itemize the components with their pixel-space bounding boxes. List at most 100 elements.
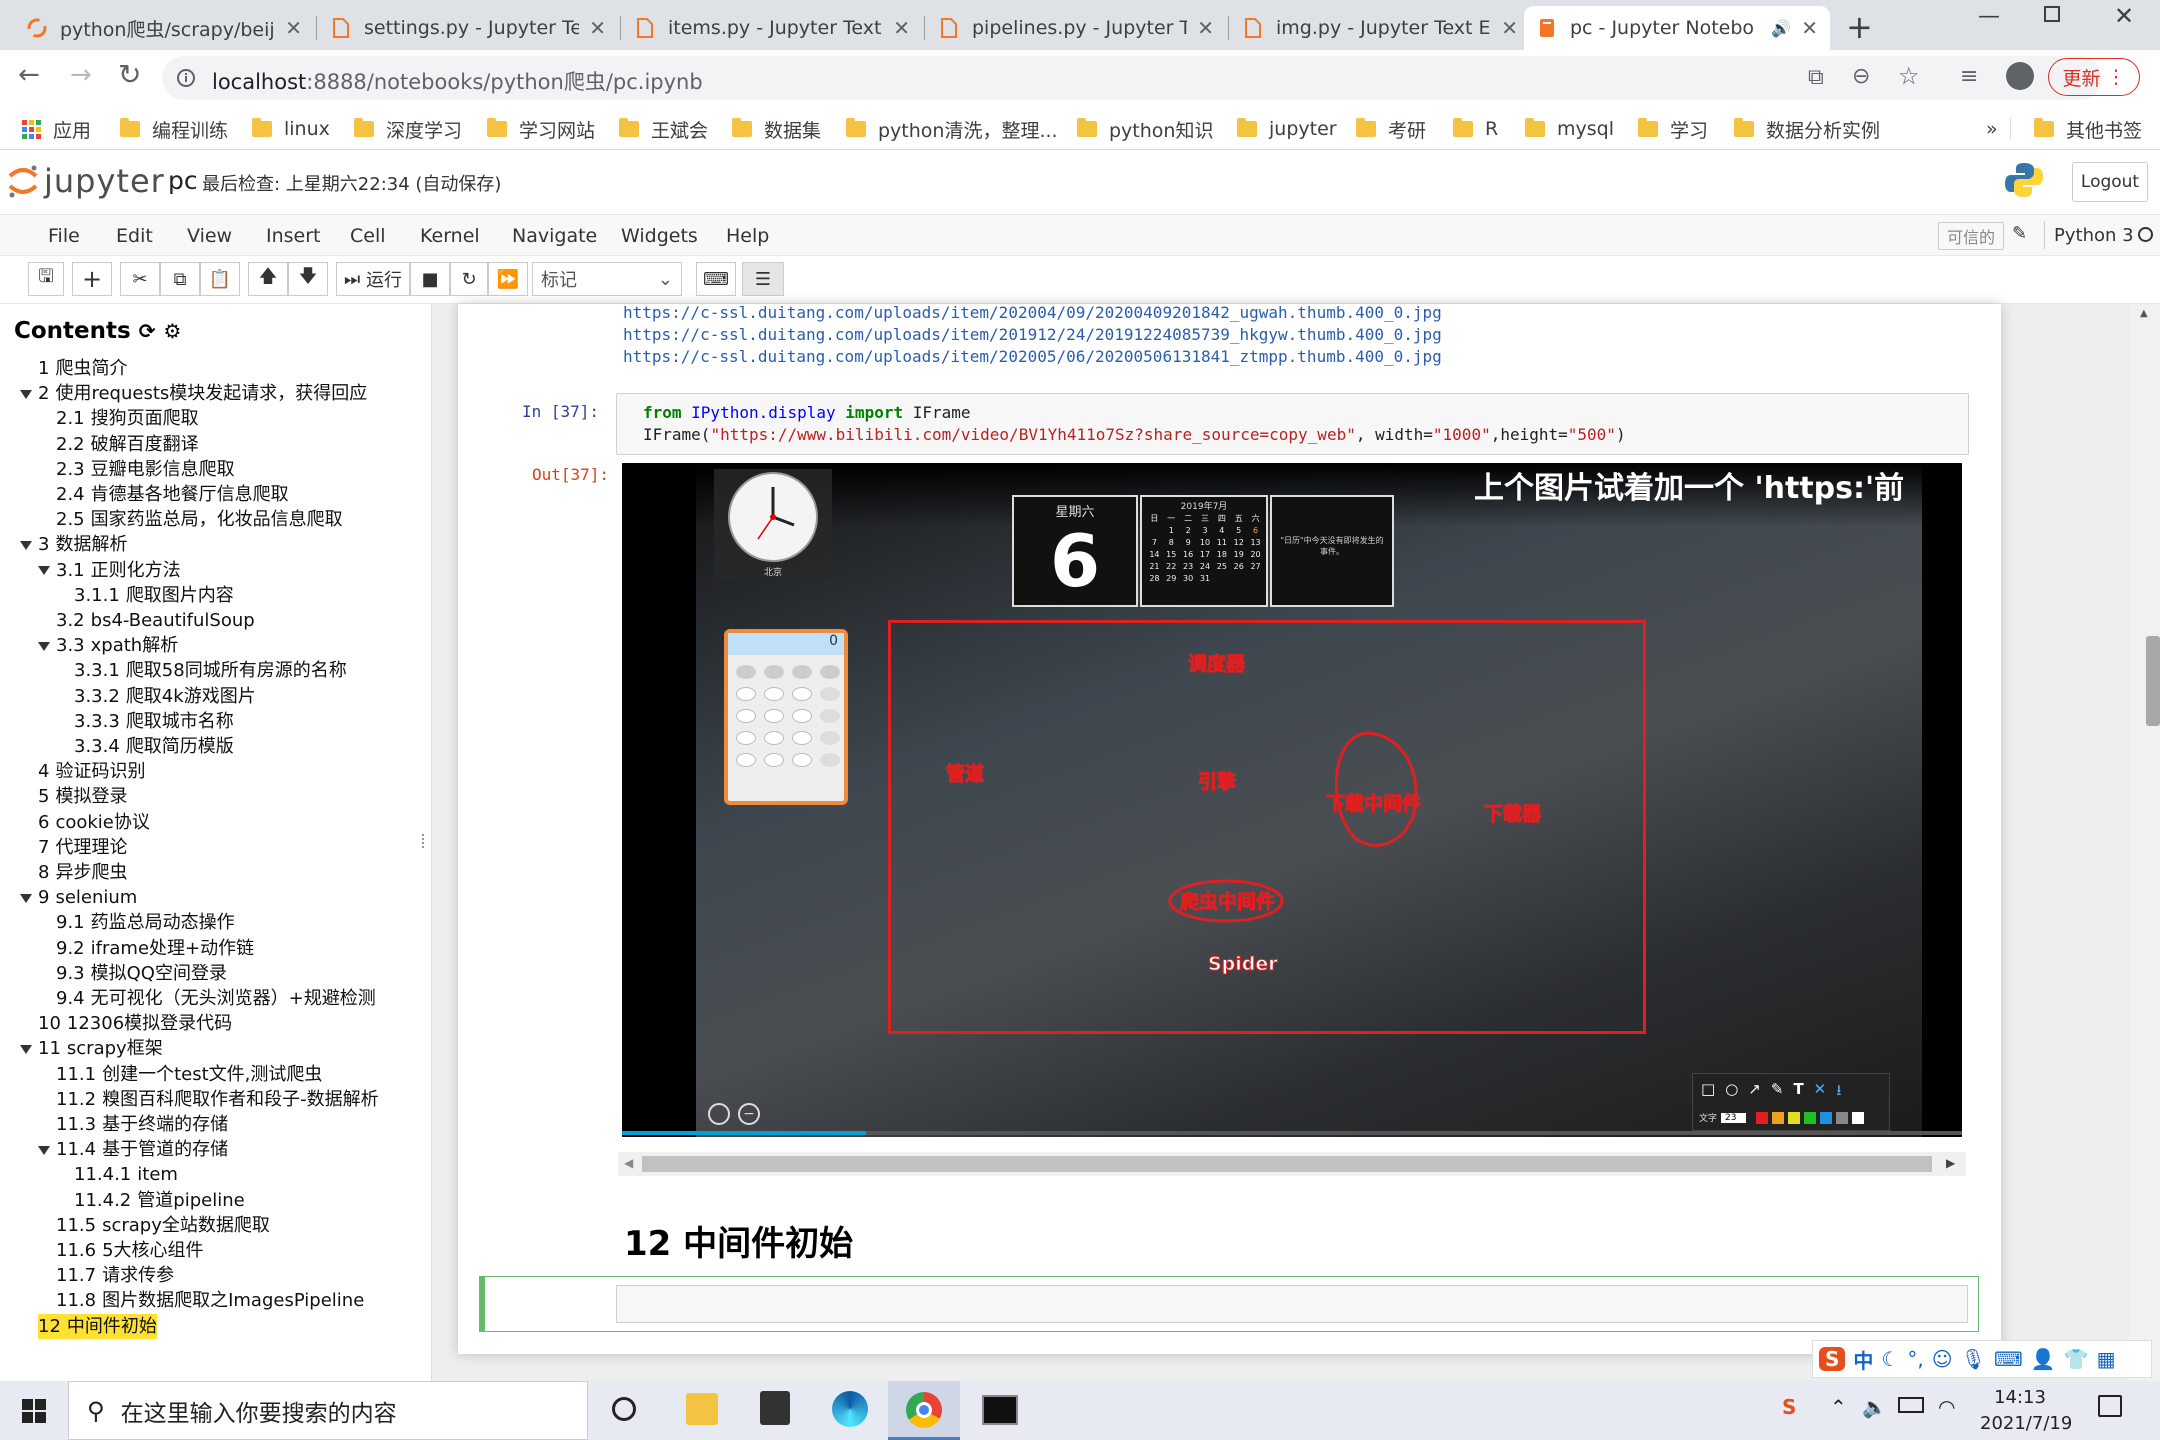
forward-icon[interactable]: → <box>70 60 92 90</box>
shirt-icon[interactable]: 👕 <box>2064 1347 2089 1371</box>
player-plus-icon[interactable] <box>708 1103 730 1125</box>
toc-item[interactable]: 11.8 图片数据爬取之ImagesPipeline <box>56 1288 364 1313</box>
other-bookmarks-folder[interactable]: 其他书签 <box>2034 114 2142 144</box>
toc-item[interactable]: 8 异步爬虫 <box>38 860 127 885</box>
move-down-icon[interactable]: 🡇 <box>288 262 328 296</box>
close-tab-icon[interactable]: ✕ <box>893 16 910 40</box>
toc-item[interactable]: 11.7 请求传参 <box>56 1263 174 1288</box>
speaker-icon[interactable]: 🔊 <box>1771 19 1791 38</box>
reading-list-icon[interactable]: ≡ <box>1960 64 1978 89</box>
toc-item[interactable]: 3 数据解析 <box>20 532 127 557</box>
save-icon[interactable]: 🖫 <box>28 262 64 296</box>
grid-icon[interactable]: ▦ <box>2097 1347 2116 1371</box>
edit-pencil-icon[interactable]: ✎ <box>2012 223 2027 244</box>
taskbar-search[interactable]: ⚲ 在这里输入你要搜索的内容 <box>68 1381 588 1440</box>
cut-icon[interactable]: ✂ <box>120 262 160 296</box>
expand-triangle-icon[interactable] <box>20 389 32 399</box>
profile-avatar[interactable] <box>2006 62 2034 90</box>
resize-handle[interactable] <box>422 834 426 848</box>
update-button[interactable]: 更新 ⋮ <box>2048 58 2140 96</box>
menu-edit[interactable]: Edit <box>116 225 153 247</box>
run-button[interactable]: ⏭ 运行 <box>336 262 410 296</box>
expand-triangle-icon[interactable] <box>38 1145 50 1155</box>
toc-item[interactable]: 3.3.2 爬取4k游戏图片 <box>74 684 256 709</box>
blocked-popup-icon[interactable]: ⧉ <box>1808 65 1824 90</box>
restart-icon[interactable]: ↻ <box>450 262 488 296</box>
punctuation-icon[interactable]: °, <box>1907 1347 1923 1371</box>
browser-tab-active[interactable]: pc - Jupyter Notebo 🔊 ✕ <box>1524 6 1830 50</box>
text-size-value[interactable]: 23 <box>1721 1112 1747 1123</box>
expand-triangle-icon[interactable] <box>38 566 50 576</box>
bookmark-folder[interactable]: 数据分析实例 <box>1734 114 1880 144</box>
close-tab-icon[interactable]: ✕ <box>1197 16 1214 40</box>
notebook-name[interactable]: pc <box>168 166 198 195</box>
browser-tab[interactable]: items.py - Jupyter Text E ✕ <box>622 6 922 50</box>
page-scrollbar-thumb[interactable] <box>2146 636 2160 726</box>
scroll-right-icon[interactable]: ▶ <box>1946 1156 1955 1170</box>
bookmark-folder[interactable]: 数据集 <box>732 114 821 144</box>
toc-item[interactable]: 2.4 肯德基各地餐厅信息爬取 <box>56 482 289 507</box>
video-iframe[interactable]: 北京 星期六 6 2019年7月 日一二三四五六 1 2 3 4 5 6 7 8 9 10 11 12 1… <box>622 463 1962 1137</box>
logout-button[interactable]: Logout <box>2072 162 2148 202</box>
annotation-toolbar[interactable]: □ ○ ↗ ✎ T ✕ ⭳ 文字 23 <box>1692 1073 1890 1131</box>
store-icon[interactable] <box>760 1391 790 1425</box>
task-view-icon[interactable] <box>612 1397 636 1421</box>
mic-icon[interactable]: 🎙 <box>1961 1347 1986 1371</box>
bookmark-star-icon[interactable]: ☆ <box>1898 62 1920 90</box>
bookmark-folder[interactable]: python清洗，整理... <box>846 114 1058 144</box>
toc-item[interactable]: 11.5 scrapy全站数据爬取 <box>56 1213 270 1238</box>
zoom-icon[interactable]: ⊖ <box>1852 64 1870 89</box>
refresh-icon[interactable]: ⟳ <box>139 319 156 343</box>
toc-item[interactable]: 10 12306模拟登录代码 <box>38 1011 232 1036</box>
toc-item[interactable]: 9.3 模拟QQ空间登录 <box>56 961 227 986</box>
toc-item[interactable]: 3.3.1 爬取58同城所有房源的名称 <box>74 658 347 683</box>
back-icon[interactable]: ← <box>18 60 40 90</box>
gear-icon[interactable]: ⚙ <box>164 319 182 343</box>
browser-tab[interactable]: settings.py - Jupyter Tex ✕ <box>318 6 618 50</box>
more-bookmarks-button[interactable]: » <box>1986 114 1998 144</box>
expand-triangle-icon[interactable] <box>20 540 32 550</box>
address-bar[interactable]: localhost:8888/notebooks/python爬虫/pc.ipy… <box>162 56 2102 100</box>
insert-cell-icon[interactable]: + <box>72 262 112 296</box>
bookmark-folder[interactable]: 编程训练 <box>120 114 228 144</box>
menu-kernel[interactable]: Kernel <box>420 225 480 247</box>
toc-item[interactable]: 1 爬虫简介 <box>38 356 127 381</box>
info-icon[interactable] <box>176 68 196 88</box>
ime-toolbar[interactable]: S 中 ☾ °, ☺ 🎙 ⌨ 👤 👕 ▦ <box>1812 1340 2152 1378</box>
bookmark-folder[interactable]: mysql <box>1525 114 1614 144</box>
tray-chevron-icon[interactable]: ⌃ <box>1830 1395 1847 1419</box>
code-input[interactable]: from IPython.display import IFrame IFram… <box>616 393 1969 455</box>
toc-item[interactable]: 6 cookie协议 <box>38 810 150 835</box>
bookmark-folder[interactable]: linux <box>252 114 330 144</box>
toc-item[interactable]: 11.4 基于管道的存储 <box>38 1137 228 1162</box>
stop-icon[interactable]: ■ <box>410 262 450 296</box>
bookmark-folder[interactable]: 考研 <box>1356 114 1426 144</box>
expand-triangle-icon[interactable] <box>20 1044 32 1054</box>
scrollbar-thumb[interactable] <box>642 1156 1932 1172</box>
toc-item[interactable]: 2.1 搜狗页面爬取 <box>56 406 199 431</box>
video-progress-track[interactable] <box>622 1131 1962 1135</box>
output-link[interactable]: https://c-ssl.duitang.com/uploads/item/2… <box>623 325 1442 344</box>
bookmark-folder[interactable]: 深度学习 <box>354 114 462 144</box>
user-icon[interactable]: 👤 <box>2031 1347 2056 1371</box>
browser-tab[interactable]: pipelines.py - Jupyter Te ✕ <box>926 6 1226 50</box>
toc-item[interactable]: 11.3 基于终端的存储 <box>56 1112 228 1137</box>
taskbar-clock[interactable]: 14:13 2021/7/19 <box>1980 1385 2072 1437</box>
toc-item[interactable]: 9.1 药监总局动态操作 <box>56 910 235 935</box>
reload-icon[interactable]: ↻ <box>118 58 141 91</box>
restart-run-all-icon[interactable]: ⏩ <box>488 262 528 296</box>
close-tab-icon[interactable]: ✕ <box>589 16 606 40</box>
brush-tool-icon[interactable]: ✎ <box>1771 1080 1784 1105</box>
file-explorer-icon[interactable] <box>686 1393 718 1425</box>
close-tab-icon[interactable]: ✕ <box>1801 16 1818 40</box>
toc-item[interactable]: 9.2 iframe处理+动作链 <box>56 936 254 961</box>
terminal-icon[interactable] <box>982 1395 1018 1425</box>
download-tool-icon[interactable]: ⭳ <box>1836 1080 1841 1105</box>
menu-help[interactable]: Help <box>726 225 769 247</box>
toc-item[interactable]: 2 使用requests模块发起请求，获得回应 <box>20 381 367 406</box>
edge-icon[interactable] <box>832 1391 868 1427</box>
toc-item[interactable]: 3.3.3 爬取城市名称 <box>74 709 234 734</box>
minimize-icon[interactable]: — <box>1978 4 2000 29</box>
menu-widgets[interactable]: Widgets <box>621 225 698 247</box>
chrome-taskbar-item[interactable] <box>888 1381 960 1440</box>
